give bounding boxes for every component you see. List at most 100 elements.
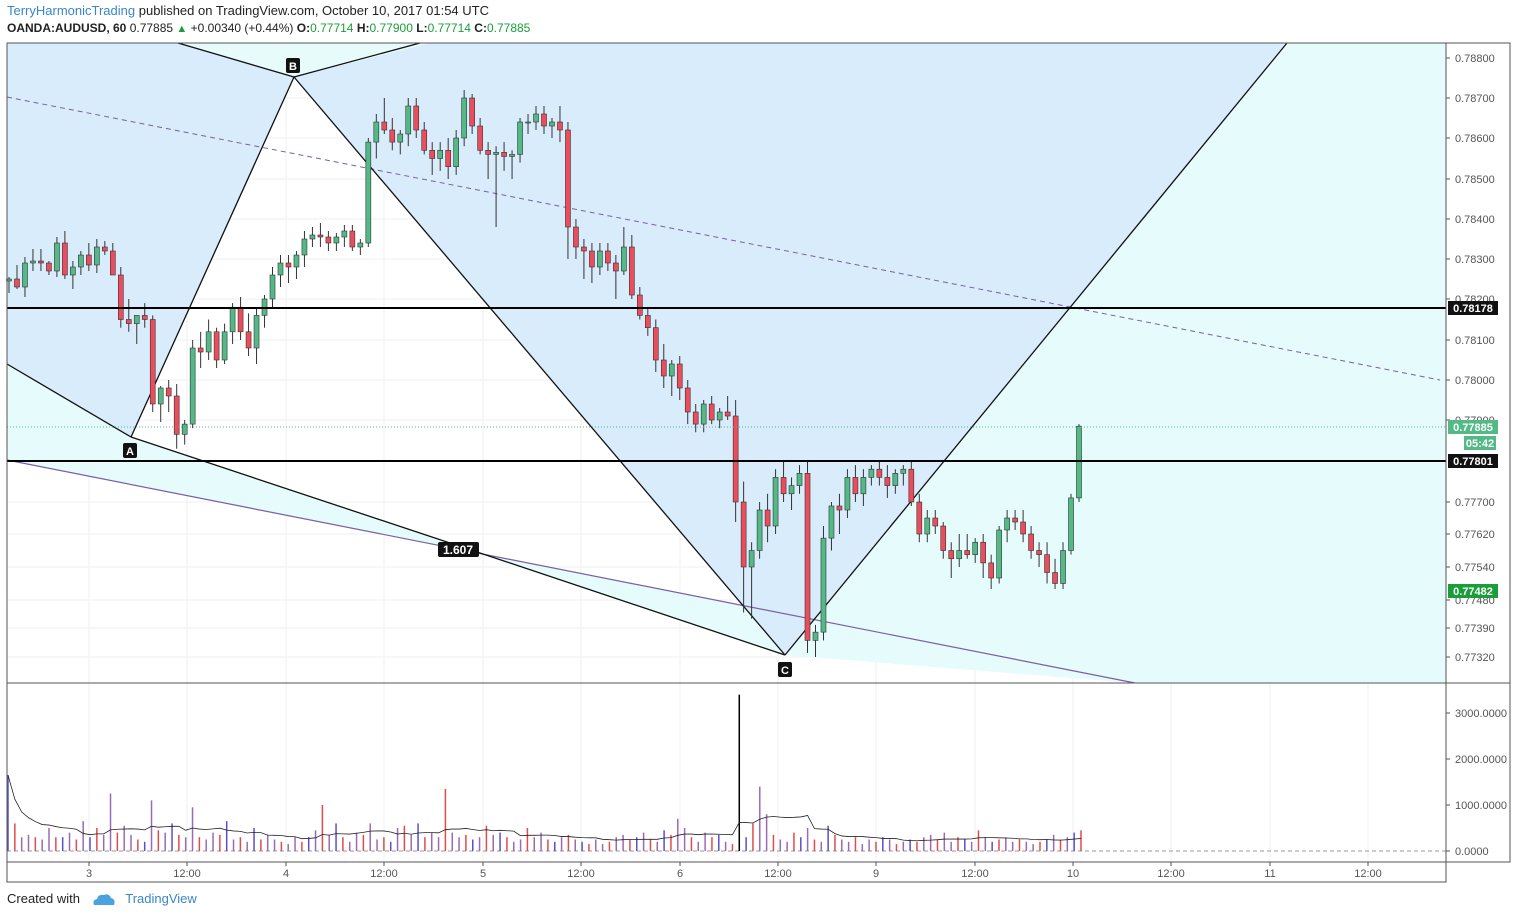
candle-body [509, 154, 515, 157]
candle-body [477, 125, 483, 151]
price-tick-label: 0.77390 [1455, 623, 1495, 635]
candle-body [165, 387, 172, 397]
candle-body [293, 254, 300, 268]
time-tick-label: 12:00 [567, 868, 595, 880]
volume-pane-border [6, 682, 1447, 863]
price-tick-label: 0.77320 [1455, 652, 1495, 664]
candle-body [740, 501, 747, 568]
candle-body [796, 472, 803, 486]
candle-body [389, 129, 396, 143]
candle-body [533, 113, 539, 123]
candle-body [301, 238, 308, 256]
candle-body [557, 121, 563, 131]
candle-body [884, 477, 891, 486]
candle-body [213, 331, 220, 361]
candle-body [996, 529, 1002, 579]
volume-tick-label: 1000.0000 [1455, 800, 1507, 812]
candle-body [605, 250, 611, 264]
candle-body [453, 137, 459, 168]
candle-body [812, 631, 819, 641]
candle-body [716, 411, 723, 421]
candle-body [956, 550, 963, 560]
candle-body [517, 121, 523, 155]
candle-body [117, 274, 124, 320]
candle-body [684, 387, 691, 413]
time-tick-label: 12:00 [1157, 868, 1185, 880]
price-tick-label: 0.78500 [1455, 174, 1495, 186]
time-tick-label: 12:00 [173, 868, 201, 880]
price-tick-label: 0.77620 [1455, 529, 1495, 541]
candle-body [780, 477, 787, 495]
candle-body [62, 242, 68, 276]
candle-body [421, 129, 428, 151]
time-tick-label: 12:00 [961, 868, 989, 880]
candle-body [788, 485, 795, 495]
time-tick-label: 12:00 [764, 868, 792, 880]
time-tick-label: 12:00 [1354, 868, 1382, 880]
candle-body [1004, 517, 1010, 531]
candle-body [948, 550, 955, 560]
time-tick-label: 9 [873, 868, 879, 880]
candle-body [836, 505, 843, 511]
time-tick-label: 11 [1264, 868, 1275, 880]
candle-body [357, 242, 364, 248]
volume-tick-label: 2000.0000 [1455, 754, 1507, 766]
candle-body [469, 97, 475, 127]
candle-body [133, 315, 140, 324]
candle-body [333, 236, 340, 244]
candle-body [565, 129, 571, 228]
tradingview-link[interactable]: TradingView [125, 891, 197, 906]
candle-body [317, 234, 324, 238]
candle-body [181, 423, 188, 435]
candle-body [652, 327, 659, 361]
candle-body [916, 501, 923, 535]
price-tag-label: 0.77885 [1453, 422, 1493, 434]
price-tick-label: 0.78800 [1455, 53, 1495, 65]
price-tick-label: 0.78300 [1455, 254, 1495, 266]
candle-body [229, 306, 236, 333]
candle-body [173, 395, 180, 435]
price-tag-label: 0.77482 [1453, 586, 1493, 598]
candle-body [597, 250, 603, 268]
candle-body [86, 254, 92, 266]
candle-body [972, 541, 978, 555]
fib-label: 1.607 [443, 543, 473, 557]
candle-body [70, 266, 76, 276]
candle-body [38, 260, 44, 264]
candle-body [341, 230, 348, 238]
candle-body [1052, 572, 1058, 584]
candle-body [621, 246, 627, 272]
candle-body [732, 415, 739, 503]
candle-body [245, 331, 252, 349]
candle-body [30, 260, 36, 264]
candle-body [860, 477, 867, 495]
candle-body [285, 262, 292, 268]
footer: Created with TradingView [7, 891, 197, 907]
candle-body [964, 550, 971, 555]
time-tick-label: 12:00 [370, 868, 398, 880]
candle-body [748, 550, 755, 568]
candle-body [277, 262, 284, 276]
candle-body [932, 517, 939, 527]
candle-body [1044, 554, 1050, 573]
candle-body [637, 294, 643, 316]
price-tag-label: 0.77801 [1453, 456, 1493, 468]
created-with: Created with [7, 891, 80, 906]
time-tick-label: 10 [1067, 868, 1079, 880]
candle-body [54, 242, 60, 272]
point-a-label: A [126, 446, 134, 458]
candle-body [708, 403, 715, 421]
candle-body [1060, 550, 1066, 584]
point-b-label: B [289, 61, 297, 73]
candle-body [125, 319, 132, 324]
candle-body [676, 363, 683, 389]
price-tick-label: 0.78100 [1455, 335, 1495, 347]
candle-body [804, 472, 811, 641]
candle-body [692, 411, 699, 425]
candle-body [14, 278, 20, 288]
candle-body [189, 347, 196, 425]
price-chart[interactable]: B A C 1.607 0.78800 0.78700 0.78600 0.78500 0.78… [0, 0, 1518, 918]
candle-body [461, 97, 467, 139]
time-tick-label: 5 [480, 868, 486, 880]
candle-body [724, 411, 731, 417]
